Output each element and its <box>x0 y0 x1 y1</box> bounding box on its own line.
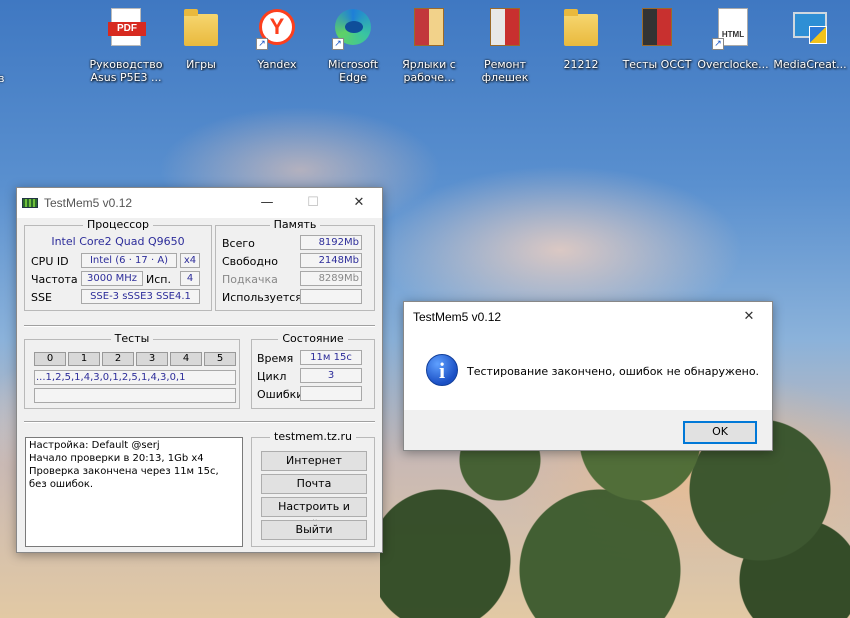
memory-free-value: 2148Mb <box>300 253 362 268</box>
desktop-icon-yandex[interactable]: Y ↗ Yandex <box>239 6 315 71</box>
result-dialog: TestMem5 v0.12 ✕ i Тестирование закончен… <box>403 301 773 451</box>
cores-value: x4 <box>180 253 200 268</box>
ok-button[interactable]: OK <box>683 421 757 444</box>
test-cell: 4 <box>170 352 202 366</box>
test-cell: 5 <box>204 352 236 366</box>
used-cores-value: 4 <box>180 271 200 286</box>
media-creation-icon <box>793 12 827 44</box>
memory-swap-value: 8289Mb <box>300 271 362 286</box>
configure-exit-button[interactable]: Настроить и выйти <box>261 497 367 531</box>
test-cell: 1 <box>68 352 100 366</box>
cycle-label: Цикл <box>257 370 287 383</box>
desktop-icon-label: 21212 <box>563 58 599 71</box>
pdf-icon: PDF <box>108 8 146 46</box>
processor-group: Процессор Intel Core2 Quad Q9650 CPU ID … <box>24 218 212 311</box>
dialog-close-button[interactable]: ✕ <box>726 302 772 332</box>
memory-free-label: Свободно <box>222 255 278 268</box>
log-textbox[interactable]: Настройка: Default @serj Начало проверки… <box>25 437 243 547</box>
test-sequence: ...1,2,5,1,4,3,0,1,2,5,1,4,3,0,1 <box>34 370 236 385</box>
dialog-message: Тестирование закончено, ошибок не обнару… <box>467 365 760 378</box>
folder-icon <box>184 9 218 46</box>
info-icon: i <box>426 354 458 386</box>
desktop-icon-edge[interactable]: ↗ Microsoft Edge <box>315 6 391 84</box>
internet-button[interactable]: Интернет <box>261 451 367 471</box>
cycle-value: 3 <box>300 368 362 383</box>
divider <box>24 325 375 327</box>
shortcut-arrow-icon: ↗ <box>256 38 268 50</box>
cpuid-label: CPU ID <box>31 255 69 268</box>
desktop-icon-label: Overclocke... <box>697 58 769 71</box>
folder-icon <box>414 8 444 46</box>
dialog-titlebar[interactable]: TestMem5 v0.12 ✕ <box>404 302 772 332</box>
maximize-button[interactable]: ☐ <box>290 188 336 218</box>
desktop-icon-label: Игры <box>186 58 216 71</box>
sse-label: SSE <box>31 291 52 304</box>
exit-button[interactable]: Выйти <box>261 520 367 540</box>
memory-total-value: 8192Mb <box>300 235 362 250</box>
book-folder-icon <box>642 8 672 46</box>
minimize-button[interactable]: — <box>244 188 290 218</box>
divider <box>24 421 375 423</box>
errors-label: Ошибки <box>257 388 304 401</box>
desktop-icon-games[interactable]: Игры <box>163 6 239 71</box>
memory-used-label: Используется <box>222 291 302 304</box>
memory-total-label: Всего <box>222 237 255 250</box>
desktop-icon-flash-repair[interactable]: Ремонт флешек <box>467 6 543 84</box>
desktop-icon-media-creation[interactable]: MediaCreat... <box>772 6 848 71</box>
frequency-label: Частота <box>31 273 78 286</box>
cpu-name: Intel Core2 Quad Q9650 <box>51 235 185 248</box>
desktop-icon-label: Ярлыки с рабочe... <box>402 58 456 84</box>
dialog-body: i Тестирование закончено, ошибок не обна… <box>404 332 772 410</box>
desktop-icon-shortcuts-folder[interactable]: Ярлыки с рабочe... <box>391 6 467 84</box>
shortcut-arrow-icon: ↗ <box>332 38 344 50</box>
desktop-icon-asus-manual[interactable]: PDF Руководство Asus P5E3 ... <box>88 6 164 84</box>
time-label: Время <box>257 352 294 365</box>
folder-icon <box>564 9 598 46</box>
group-title: Процессор <box>82 218 154 231</box>
desktop-icon-label: Microsoft Edge <box>327 58 379 84</box>
desktop-icon-label: Ремонт флешек <box>481 58 529 84</box>
group-title: Тесты <box>110 332 154 345</box>
desktop-icon-21212[interactable]: 21212 <box>543 6 619 71</box>
desktop-icon-label: Руководство Asus P5E3 ... <box>89 58 163 84</box>
memory-chip-icon <box>22 198 38 208</box>
memory-swap-label: Подкачка <box>222 273 278 286</box>
memory-group: Память Всего 8192Mb Свободно 2148Mb Подк… <box>215 218 375 311</box>
site-link-title[interactable]: testmem.tz.ru <box>270 430 356 443</box>
shortcut-arrow-icon: ↗ <box>712 38 724 50</box>
used-cores-label: Исп. <box>146 273 171 286</box>
group-title: Состояние <box>278 332 348 345</box>
desktop-edge-label: в <box>0 72 5 85</box>
test-progress <box>34 388 236 403</box>
errors-value <box>300 386 362 401</box>
desktop-icon-overclockers[interactable]: HTML ↗ Overclocke... <box>695 6 771 71</box>
tests-group: Тесты 0 1 2 3 4 5 ...1,2,5,1,4,3,0,1,2,5… <box>24 332 240 409</box>
test-cell: 3 <box>136 352 168 366</box>
desktop-icon-label: MediaCreat... <box>773 58 847 71</box>
status-group: Состояние Время 11м 15с Цикл 3 Ошибки <box>251 332 375 409</box>
group-title: Память <box>269 218 321 231</box>
mail-button[interactable]: Почта <box>261 474 367 494</box>
window-title: TestMem5 v0.12 <box>44 196 133 210</box>
memory-used-value <box>300 289 362 304</box>
links-group: testmem.tz.ru Интернет Почта Настроить и… <box>251 430 375 547</box>
testmem-window: TestMem5 v0.12 — ☐ ✕ Процессор Intel Cor… <box>16 187 383 553</box>
desktop-icon-label: Тесты ОССТ <box>622 58 692 71</box>
sse-value: SSE-3 sSSE3 SSE4.1 <box>81 289 200 304</box>
close-button[interactable]: ✕ <box>336 188 382 218</box>
test-cell: 0 <box>34 352 66 366</box>
cpuid-value: Intel (6 · 17 · A) <box>81 253 177 268</box>
desktop-icon-label: Yandex <box>257 58 297 71</box>
time-value: 11м 15с <box>300 350 362 365</box>
book-folder-icon <box>490 8 520 46</box>
frequency-value: 3000 MHz <box>81 271 143 286</box>
test-cell: 2 <box>102 352 134 366</box>
desktop-icon-occt-tests[interactable]: Тесты ОССТ <box>619 6 695 71</box>
testmem-titlebar[interactable]: TestMem5 v0.12 — ☐ ✕ <box>17 188 382 218</box>
dialog-title: TestMem5 v0.12 <box>413 310 502 324</box>
